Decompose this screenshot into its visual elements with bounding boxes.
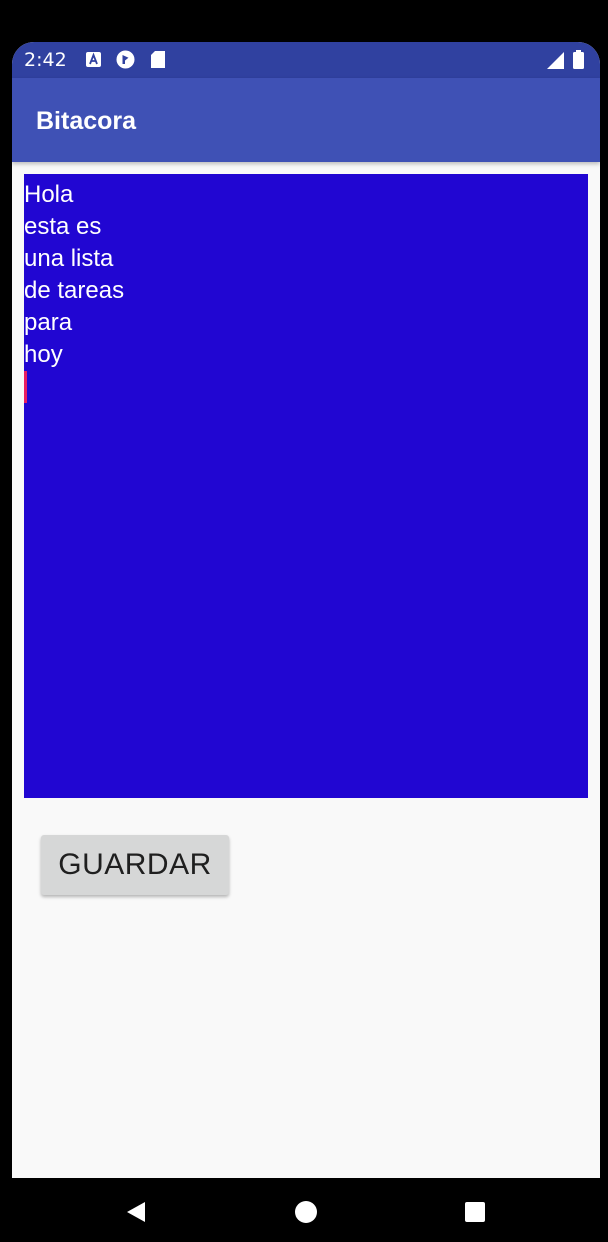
- home-button[interactable]: [292, 1198, 320, 1226]
- signal-icon: [547, 52, 564, 69]
- app-title: Bitacora: [36, 107, 137, 135]
- recents-button[interactable]: [461, 1198, 489, 1226]
- status-time: 2:42: [24, 49, 67, 71]
- navigation-bar: [0, 1178, 608, 1242]
- notes-text: Hola esta es una lista de tareas para ho…: [24, 181, 125, 368]
- text-a-icon: [86, 52, 101, 67]
- text-caret: [24, 371, 27, 403]
- back-icon: [127, 1202, 145, 1222]
- status-bar: 2:42: [12, 42, 600, 78]
- home-icon: [295, 1201, 317, 1223]
- recents-icon: [465, 1202, 485, 1222]
- battery-icon: [573, 50, 584, 69]
- sd-card-icon: [151, 51, 165, 68]
- save-button[interactable]: GUARDAR: [41, 835, 229, 895]
- back-button[interactable]: [122, 1198, 150, 1226]
- notes-text-area[interactable]: Hola esta es una lista de tareas para ho…: [24, 174, 588, 798]
- device-frame: 2:42 Bitacora Hola esta es una lista de …: [0, 0, 608, 1242]
- app-bar: Bitacora: [12, 78, 600, 162]
- app-screen: 2:42 Bitacora Hola esta es una lista de …: [12, 42, 600, 1178]
- drive-icon: [116, 50, 135, 69]
